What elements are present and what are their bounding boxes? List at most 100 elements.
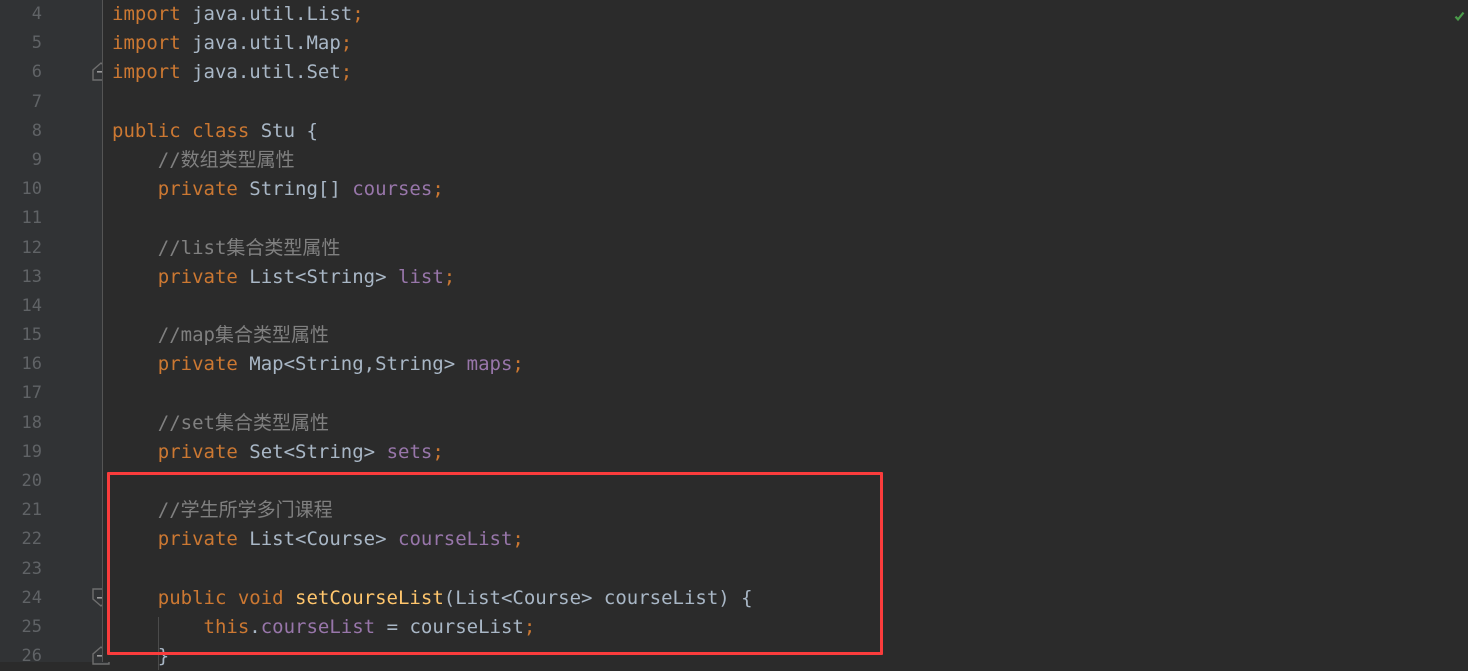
code-token-pln: [112, 587, 158, 609]
line-number[interactable]: 20: [0, 467, 42, 496]
code-line[interactable]: import java.util.List;: [103, 0, 1468, 29]
code-token-cmt: //学生所学多门课程: [112, 499, 333, 522]
code-line[interactable]: //list集合类型属性: [103, 234, 1468, 263]
line-number[interactable]: 24: [0, 584, 42, 613]
line-number[interactable]: 12: [0, 234, 42, 263]
code-token-pln: .: [249, 615, 261, 638]
line-number[interactable]: 18: [0, 409, 42, 438]
code-token-fld: courseList: [260, 615, 376, 638]
code-token-cmt: //list集合类型属性: [112, 236, 341, 259]
code-token-fld: courseList: [398, 528, 513, 551]
line-number[interactable]: 23: [0, 555, 42, 584]
line-number[interactable]: 10: [0, 175, 42, 204]
inspection-status-icon[interactable]: [1454, 7, 1465, 22]
code-line[interactable]: this.courseList = courseList;: [103, 613, 1468, 642]
editor-gutter[interactable]: 4 5 6 7 8 9 10 11 12 13 14 15 16 17 18 19 20 21 22 23 24 25 26: [0, 0, 110, 666]
code-token-kw: this: [203, 615, 250, 638]
code-token-pln: }: [112, 645, 170, 668]
line-number[interactable]: 19: [0, 438, 42, 467]
code-token-kw: public: [112, 119, 193, 142]
code-token-fld: maps: [466, 353, 513, 376]
line-number[interactable]: 25: [0, 613, 42, 642]
code-token-pln: = courseList: [375, 615, 524, 638]
code-line[interactable]: private Map<String,String> maps;: [103, 350, 1468, 379]
code-token-typ: java.util.Set: [192, 61, 341, 84]
code-line[interactable]: private List<String> list;: [103, 263, 1468, 292]
code-token-fld: courses: [352, 178, 433, 201]
code-line[interactable]: //学生所学多门课程: [103, 496, 1468, 525]
line-number[interactable]: 11: [0, 204, 42, 233]
code-line[interactable]: [103, 204, 1468, 233]
line-number-column: 4 5 6 7 8 9 10 11 12 13 14 15 16 17 18 19 20 21 22 23 24 25 26: [0, 0, 42, 671]
code-editor[interactable]: 4 5 6 7 8 9 10 11 12 13 14 15 16 17 18 19 20 21 22 23 24 25 26…: [0, 0, 1468, 670]
code-token-pun: ;: [340, 32, 353, 55]
code-token-pun: ;: [443, 265, 456, 288]
code-line[interactable]: private List<Course> courseList;: [103, 525, 1468, 554]
code-token-pun: ;: [432, 440, 444, 463]
line-number[interactable]: 22: [0, 525, 42, 554]
code-token-fld: list: [398, 265, 444, 288]
line-number[interactable]: 14: [0, 292, 42, 321]
code-token-kw: private: [157, 353, 250, 376]
line-number[interactable]: 16: [0, 350, 42, 379]
code-line[interactable]: //set集合类型属性: [103, 409, 1468, 438]
code-token-kw: import: [112, 32, 193, 55]
code-line[interactable]: [103, 292, 1468, 321]
code-line[interactable]: }: [103, 642, 1468, 671]
code-token-typ: java.util.Map: [192, 32, 341, 55]
line-number[interactable]: 21: [0, 496, 42, 525]
line-number[interactable]: 9: [0, 146, 42, 175]
code-token-cmt: //set集合类型属性: [112, 411, 329, 434]
code-line[interactable]: private String[] courses;: [103, 175, 1468, 204]
code-token-typ: java.util.List: [192, 3, 353, 25]
code-content-area[interactable]: import java.util.List; import java.util.M…: [103, 0, 1468, 670]
code-token-pln: {: [306, 119, 318, 142]
code-line[interactable]: import java.util.Map;: [103, 29, 1468, 58]
code-line[interactable]: [103, 467, 1468, 496]
code-line[interactable]: public void setCourseList(List<Course> c…: [103, 584, 1468, 613]
code-token-typ: List<Course>: [249, 528, 398, 551]
code-token-kw: class: [192, 119, 261, 142]
code-token-typ: Map<String,String>: [249, 353, 467, 376]
code-token-kw: private: [157, 528, 250, 551]
code-line[interactable]: private Set<String> sets;: [103, 438, 1468, 467]
code-token-pln: (List<Course> courseList) {: [443, 586, 753, 609]
line-number[interactable]: 6: [0, 58, 42, 87]
line-number[interactable]: 13: [0, 263, 42, 292]
line-number[interactable]: 15: [0, 321, 42, 350]
code-token-kw: private: [157, 440, 250, 463]
code-token-pun: ;: [340, 61, 353, 84]
code-token-pun: ;: [523, 615, 536, 638]
code-line[interactable]: //map集合类型属性: [103, 321, 1468, 350]
line-number[interactable]: 4: [0, 0, 42, 29]
code-token-pun: ;: [512, 353, 524, 376]
code-line[interactable]: public class Stu {: [103, 117, 1468, 146]
code-token-fld: sets: [386, 440, 433, 463]
code-token-kw: void: [237, 586, 296, 609]
code-line[interactable]: [103, 88, 1468, 117]
code-token-kw: private: [157, 265, 250, 288]
code-token-typ: List<String>: [249, 265, 398, 288]
code-line[interactable]: [103, 379, 1468, 408]
code-token-kw: import: [112, 3, 193, 25]
code-line[interactable]: //数组类型属性: [103, 146, 1468, 175]
line-number[interactable]: 26: [0, 642, 42, 671]
code-token-cmt: //数组类型属性: [112, 148, 295, 171]
code-token-pln: [112, 266, 158, 288]
line-number[interactable]: 8: [0, 117, 42, 146]
code-token-typ: Stu: [260, 119, 307, 142]
line-number[interactable]: 7: [0, 88, 42, 117]
code-token-pun: ;: [432, 178, 444, 201]
code-token-pln: [112, 178, 158, 200]
code-line[interactable]: import java.util.Set;: [103, 58, 1468, 87]
code-token-kw: import: [112, 61, 193, 84]
code-token-mth: setCourseList: [295, 586, 444, 609]
code-token-kw: private: [157, 178, 250, 201]
code-token-kw: public: [157, 586, 238, 609]
line-number[interactable]: 5: [0, 29, 42, 58]
line-number[interactable]: 17: [0, 379, 42, 408]
code-token-pun: ;: [512, 528, 524, 551]
code-token-pln: [112, 441, 158, 463]
code-token-typ: Set<String>: [249, 440, 387, 463]
code-line[interactable]: [103, 555, 1468, 584]
